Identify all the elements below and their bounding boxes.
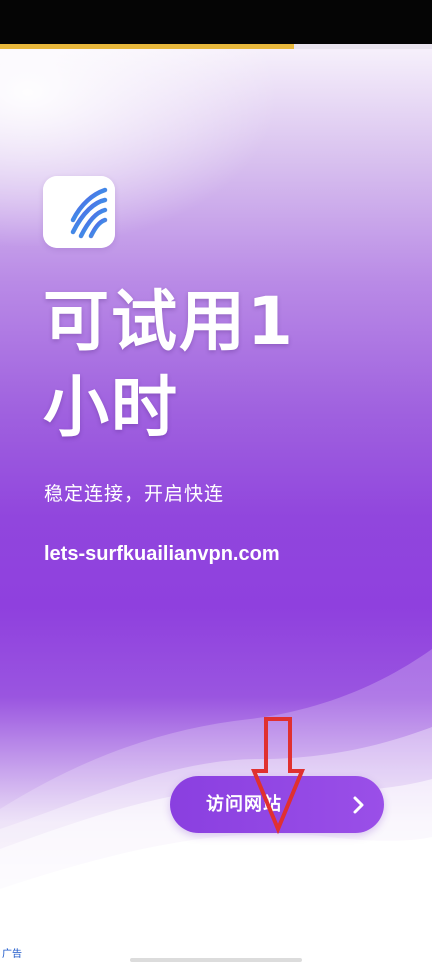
ad-headline: 可试用1 小时 [43,279,403,451]
headline-line-1: 可试用1 [43,283,295,360]
ad-subtitle: 稳定连接，开启快连 [44,483,225,505]
status-bar [0,0,432,44]
chevron-right-icon [353,796,364,814]
ad-label: 广告 [2,949,22,960]
ad-screen: 可试用1 小时 稳定连接，开启快连 lets-surfkuailianvpn.c… [0,0,432,964]
red-down-arrow-icon [251,717,305,835]
ad-site-url: lets-surfkuailianvpn.com [44,543,280,565]
letsvpn-logo-icon [43,176,115,248]
home-indicator[interactable] [130,958,302,962]
headline-line-2: 小时 [43,369,179,446]
